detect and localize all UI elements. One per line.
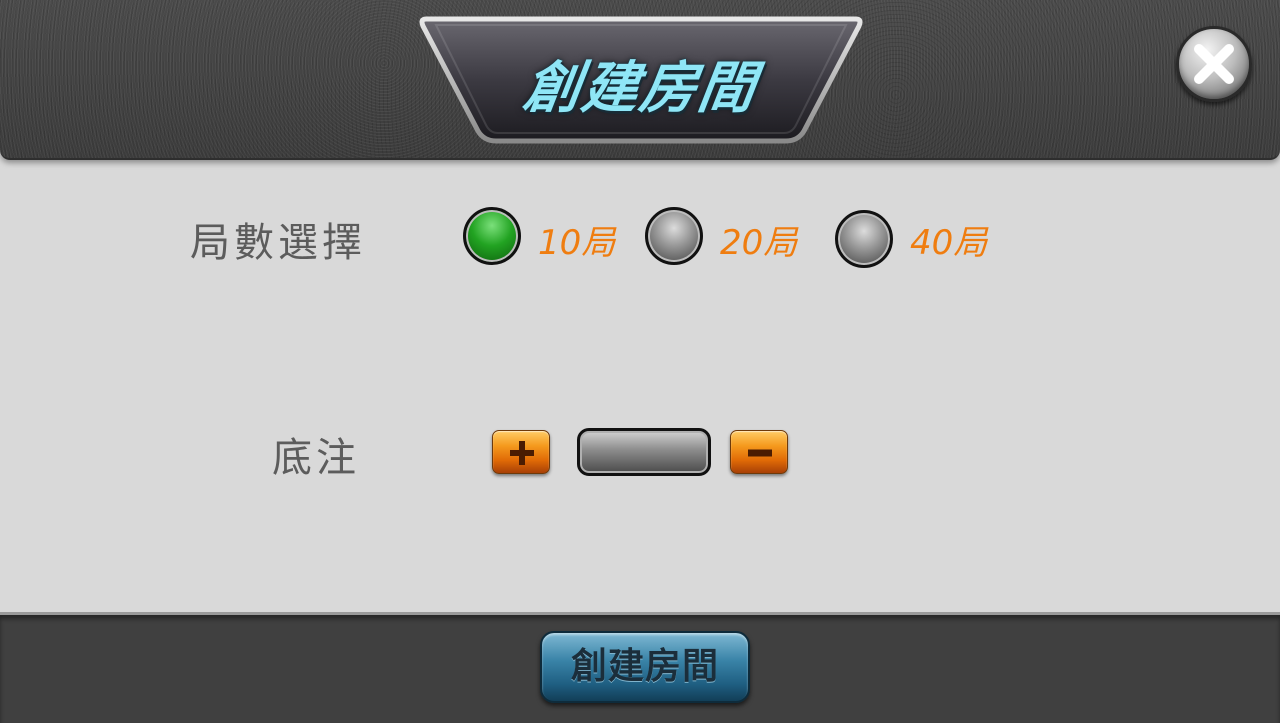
decrement-button[interactable] [730, 430, 788, 474]
radio-rounds-20-label[interactable]: 20局 [720, 215, 797, 264]
radio-rounds-10-label[interactable]: 10局 [538, 215, 615, 264]
rounds-label: 局數選擇 [190, 220, 366, 266]
radio-rounds-40-label[interactable]: 40局 [910, 215, 987, 264]
base-bet-label: 底注 [272, 435, 360, 481]
dialog-title: 創建房間 [519, 56, 761, 121]
increment-button[interactable] [492, 430, 550, 474]
radio-rounds-20[interactable] [645, 207, 703, 265]
title-plate: 創建房間 [418, 13, 864, 147]
plus-icon [510, 441, 534, 465]
minus-icon [748, 449, 772, 457]
close-x-icon [1194, 44, 1234, 84]
radio-rounds-10[interactable] [463, 207, 521, 265]
close-button[interactable] [1176, 26, 1252, 102]
create-room-button-label: 創建房間 [570, 646, 719, 687]
base-bet-value-field[interactable] [577, 428, 711, 476]
radio-rounds-40[interactable] [835, 210, 893, 268]
create-room-button[interactable]: 創建房間 [540, 631, 750, 703]
